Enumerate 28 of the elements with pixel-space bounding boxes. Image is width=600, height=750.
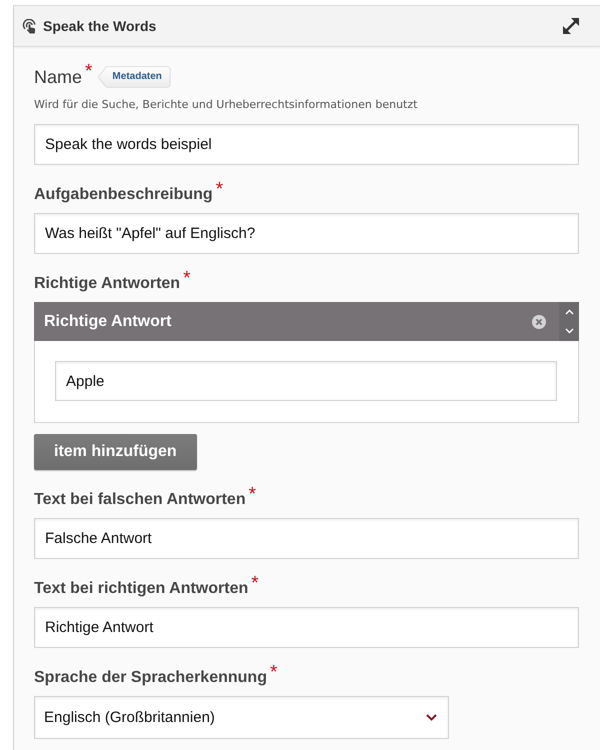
dropdown-field[interactable]: Englisch (Großbritannien)	[34, 696, 449, 739]
item-title: Richtige Antwort	[44, 312, 172, 330]
field-label: Richtige Antworten	[34, 274, 180, 294]
field-description: Wird für die Suche, Berichte und Urheberrechtsinformationen benutzt	[34, 97, 418, 112]
chevron-down-icon[interactable]	[564, 328, 574, 334]
required-mark: *	[251, 577, 259, 591]
field-label: Text bei richtigen Antworten	[34, 579, 248, 599]
field-label: Sprache der Spracherkennung	[34, 668, 267, 688]
chevron-up-icon[interactable]	[564, 308, 574, 315]
text-field[interactable]: Was heißt "Apfel" auf Englisch?	[34, 213, 579, 254]
field-label: Name	[34, 67, 82, 87]
text-field[interactable]: Speak the words beispiel	[34, 124, 579, 165]
field-label: Aufgabenbeschreibung	[34, 185, 213, 205]
panel-title: Speak the Words	[43, 18, 158, 34]
text-field[interactable]: Apple	[55, 361, 557, 401]
remove-icon[interactable]	[532, 314, 546, 328]
text-field[interactable]: Richtige Antwort	[34, 607, 579, 648]
add-item-button[interactable]: item hinzufügen	[34, 434, 197, 470]
touch-icon	[22, 18, 37, 34]
chevron-down-icon	[426, 714, 437, 721]
required-mark: *	[183, 272, 190, 286]
text-field[interactable]: Falsche Antwort	[34, 518, 579, 559]
required-mark: *	[216, 183, 224, 197]
expand-icon[interactable]	[562, 17, 580, 35]
field-label: Text bei falschen Antworten	[34, 490, 246, 510]
required-mark: *	[248, 488, 256, 502]
required-mark: *	[85, 65, 92, 79]
required-mark: *	[270, 666, 278, 680]
